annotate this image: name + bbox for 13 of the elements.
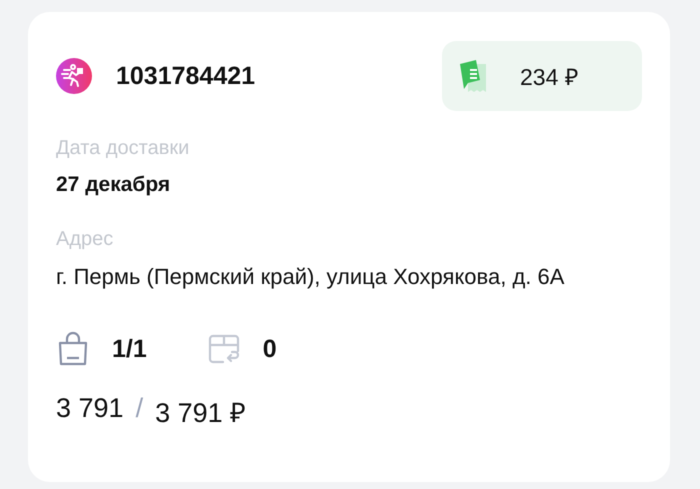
courier-icon: [56, 58, 92, 94]
order-number: 1031784421: [116, 62, 256, 90]
count-value: 1/1: [112, 334, 147, 364]
field-label: Дата доставки: [56, 137, 190, 160]
field-label: Адрес: [56, 228, 114, 251]
shopping-bag-icon: [56, 331, 90, 367]
fee-amount: 234 ₽: [520, 63, 578, 92]
count-value: 0: [262, 334, 277, 364]
paid-amount: 3 791: [56, 393, 124, 425]
total-amount: 3 791 ₽: [155, 397, 246, 430]
field-value: 27 декабря: [56, 172, 172, 198]
amount-separator: /: [136, 393, 144, 425]
field-value: г. Пермь (Пермский край), улица Хохрякова, д. 6А: [56, 263, 566, 291]
